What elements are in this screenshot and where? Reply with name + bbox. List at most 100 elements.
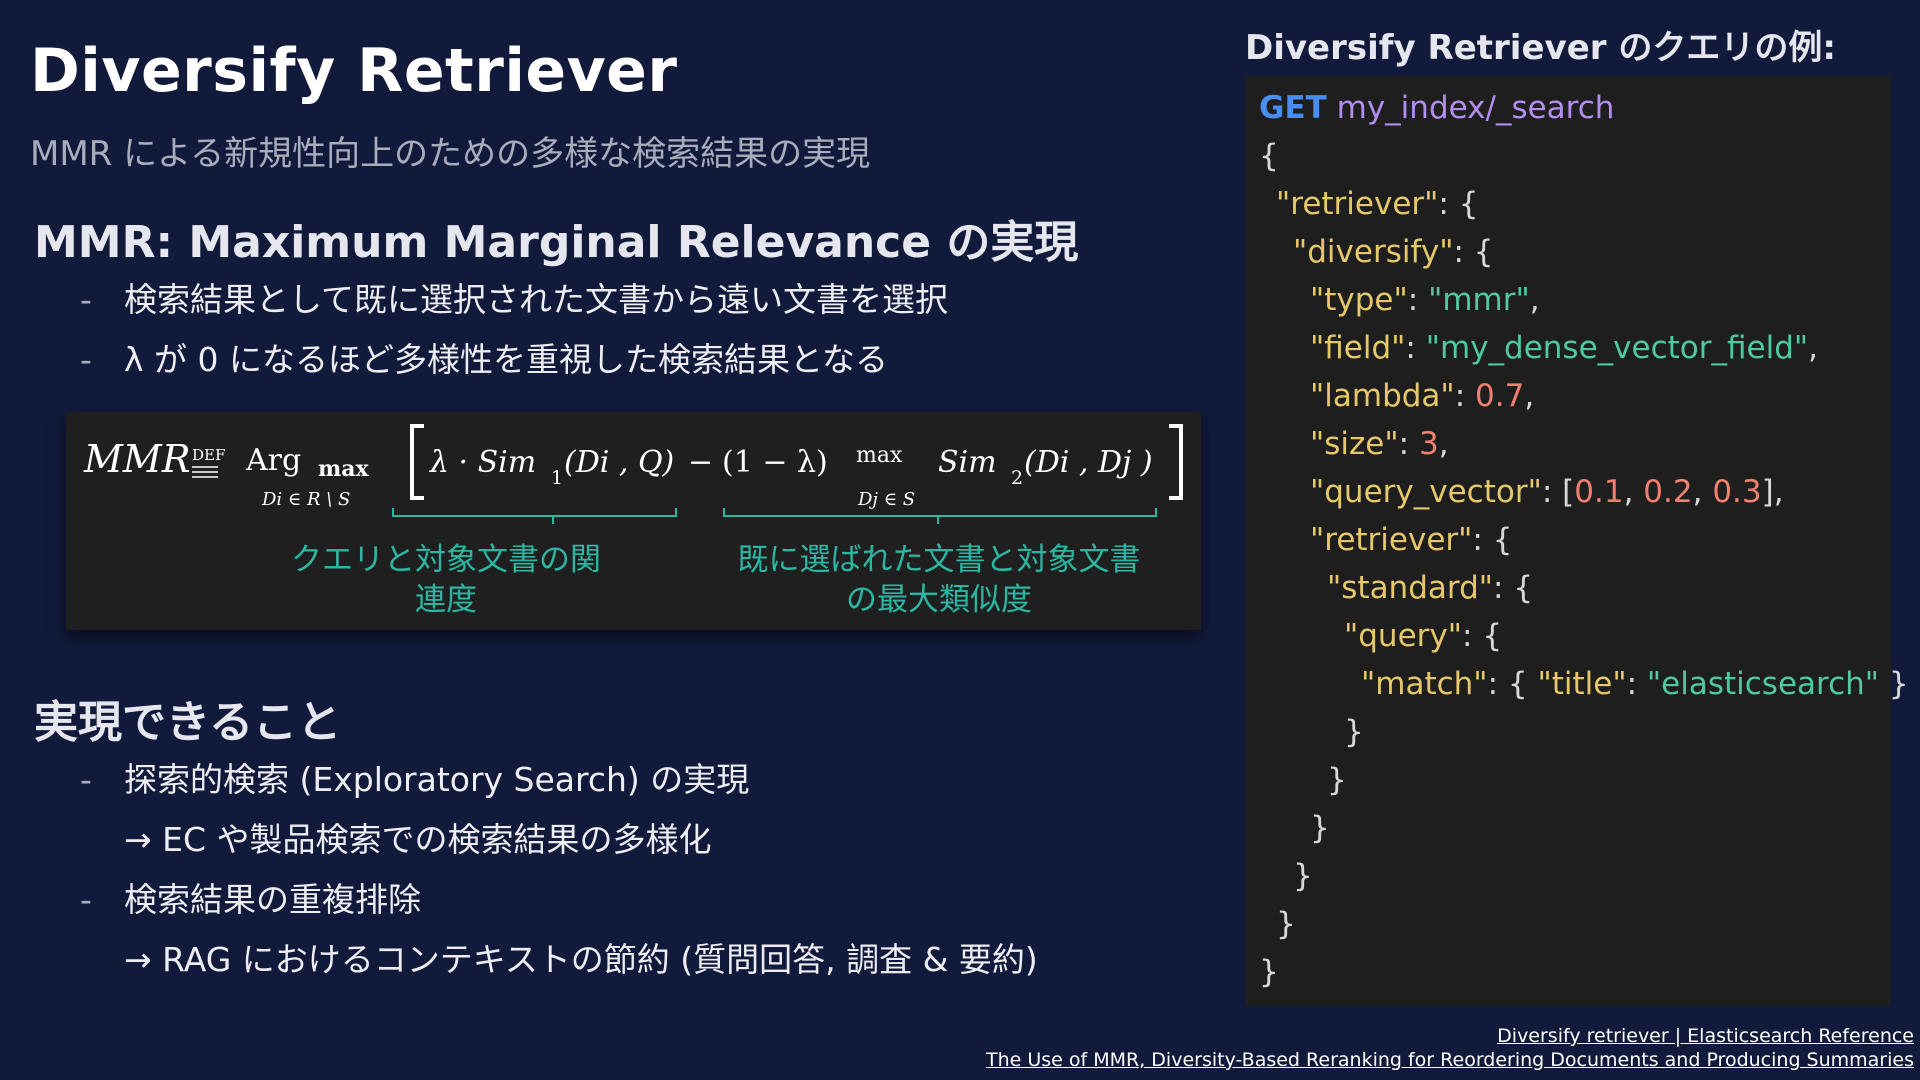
code-token: : {: [1462, 618, 1503, 654]
list-subitem: → EC や製品検索での検索結果の多様化: [80, 810, 1038, 870]
code-token: ,: [1808, 330, 1818, 366]
dash-icon: -: [80, 340, 92, 379]
code-token: }: [1327, 762, 1347, 798]
code-token: 0.3: [1712, 474, 1762, 510]
annotation-max-similarity: 既に選ばれた文書と対象文書 の最大類似度: [734, 540, 1144, 620]
code-token: 0.2: [1643, 474, 1693, 510]
code-token: : [: [1541, 474, 1575, 510]
formula-sub1: 1: [551, 467, 563, 489]
code-token: "query_vector": [1310, 474, 1542, 510]
formula-one-minus-lambda: (1 − λ): [722, 445, 828, 480]
formula-max2: max: [856, 443, 903, 468]
formula-def: DEF: [192, 446, 225, 464]
code-line: "type": "mmr",: [1259, 276, 1877, 324]
code-token: 3: [1418, 426, 1439, 462]
list-subitem: → RAG におけるコンテキストの節約 (質問回答, 調査 & 要約): [80, 930, 1038, 990]
achievements-list: - 探索的検索 (Exploratory Search) の実現 → EC や製品…: [80, 750, 1038, 990]
formula-minus: −: [688, 445, 713, 480]
code-token: }: [1310, 810, 1330, 846]
code-token: "lambda": [1310, 378, 1455, 414]
annotation-relevance: クエリと対象文書の関連度: [291, 542, 601, 618]
code-line: }: [1259, 900, 1877, 948]
formula-mmr: MMR: [83, 437, 190, 481]
endpoint-path: my_index/_search: [1336, 90, 1615, 126]
bullet-text: 検索結果の重複排除: [124, 880, 421, 919]
code-line: "lambda": 0.7,: [1259, 372, 1877, 420]
code-token: }: [1293, 858, 1313, 894]
code-token: 0.1: [1574, 474, 1624, 510]
formula-lambda-sim1: λ · Sim: [429, 445, 536, 480]
code-token: "my_dense_vector_field": [1425, 330, 1809, 366]
slide-subtitle: MMR による新規性向上のための多様な検索結果の実現: [30, 134, 871, 174]
code-token: ,: [1692, 474, 1713, 510]
code-token: : {: [1487, 666, 1538, 702]
code-token: :: [1454, 378, 1475, 414]
code-line: "query_vector": [0.1, 0.2, 0.3],: [1259, 468, 1877, 516]
code-line: "field": "my_dense_vector_field",: [1259, 324, 1877, 372]
code-token: "title": [1537, 666, 1627, 702]
code-line: "match": { "title": "elasticsearch" }: [1259, 660, 1909, 708]
code-token: ],: [1761, 474, 1784, 510]
mmr-heading: MMR: Maximum Marginal Relevance の実現: [34, 217, 1079, 268]
list-item: - 検索結果の重複排除: [80, 870, 1038, 930]
reference-link-elastic[interactable]: Diversify retriever | Elasticsearch Refe…: [986, 1024, 1914, 1048]
code-line: }: [1259, 708, 1877, 756]
code-token: }: [1259, 954, 1279, 990]
code-token: "query": [1344, 618, 1463, 654]
code-line: "diversify": {: [1259, 228, 1877, 276]
code-token: 0.7: [1475, 378, 1525, 414]
formula-max: max: [318, 456, 370, 482]
code-line: "size": 3,: [1259, 420, 1877, 468]
dash-icon: -: [80, 880, 92, 919]
dash-icon: -: [80, 280, 92, 319]
code-line: "query": {: [1259, 612, 1877, 660]
annotation-line: 既に選ばれた文書と対象文書: [737, 542, 1141, 578]
code-line: }: [1259, 804, 1877, 852]
formula-sim2: Sim: [938, 445, 997, 480]
code-token: "match": [1361, 666, 1488, 702]
code-token: {: [1259, 138, 1279, 174]
code-example-title: Diversify Retriever のクエリの例:: [1245, 28, 1836, 68]
code-token: "size": [1310, 426, 1399, 462]
code-token: }: [1879, 666, 1909, 702]
code-token: "mmr": [1428, 282, 1530, 318]
code-token: }: [1344, 714, 1364, 750]
bullet-subtext: → RAG におけるコンテキストの節約 (質問回答, 調査 & 要約): [124, 940, 1038, 979]
code-token: :: [1398, 426, 1419, 462]
formula-sim1-args: (Di , Q): [564, 445, 674, 480]
reference-link-mmr-paper[interactable]: The Use of MMR, Diversity-Based Rerankin…: [986, 1048, 1914, 1072]
code-token: :: [1405, 330, 1426, 366]
list-item: - 探索的検索 (Exploratory Search) の実現: [80, 750, 1038, 810]
achievements-heading: 実現できること: [34, 697, 342, 748]
code-token: : {: [1493, 570, 1534, 606]
mmr-bullet-list: - 検索結果として既に選択された文書から遠い文書を選択 -λ が 0 になるほど多…: [80, 270, 948, 390]
code-line: }: [1259, 756, 1877, 804]
code-line: "retriever": {: [1259, 516, 1877, 564]
code-token: :: [1626, 666, 1647, 702]
bullet-text: 検索結果として既に選択された文書から遠い文書を選択: [124, 280, 949, 319]
code-token: : {: [1472, 522, 1513, 558]
formula-sub2: 2: [1011, 467, 1023, 489]
code-line: {: [1259, 132, 1877, 180]
mmr-formula-box: MMR DEF Arg max Di ∈ R \ S λ · Sim 1 (Di…: [66, 412, 1201, 630]
annotation-line: の最大類似度: [846, 582, 1032, 618]
code-token: "retriever": [1310, 522, 1473, 558]
code-token: : {: [1438, 186, 1479, 222]
code-line: "standard": {: [1259, 564, 1877, 612]
formula-max2-sub: Dj ∈ S: [857, 489, 915, 510]
code-line-request: GET my_index/_search: [1259, 84, 1877, 132]
code-line: }: [1259, 852, 1877, 900]
code-token: "field": [1310, 330, 1406, 366]
code-token: ,: [1438, 426, 1449, 462]
code-token: "retriever": [1276, 186, 1439, 222]
code-block: GET my_index/_search {"retriever": {"div…: [1245, 76, 1909, 1006]
code-token: "diversify": [1293, 234, 1454, 270]
code-line: "retriever": {: [1259, 180, 1877, 228]
formula-sim2-args: (Di , Dj ): [1024, 445, 1153, 480]
dash-icon: -: [80, 760, 92, 799]
code-token: ,: [1524, 378, 1535, 414]
code-token: }: [1276, 906, 1296, 942]
bullet-text: λ が 0 になるほど多様性を重視した検索結果となる: [124, 340, 889, 379]
brace-right: [723, 508, 1157, 524]
http-method: GET: [1259, 90, 1327, 126]
